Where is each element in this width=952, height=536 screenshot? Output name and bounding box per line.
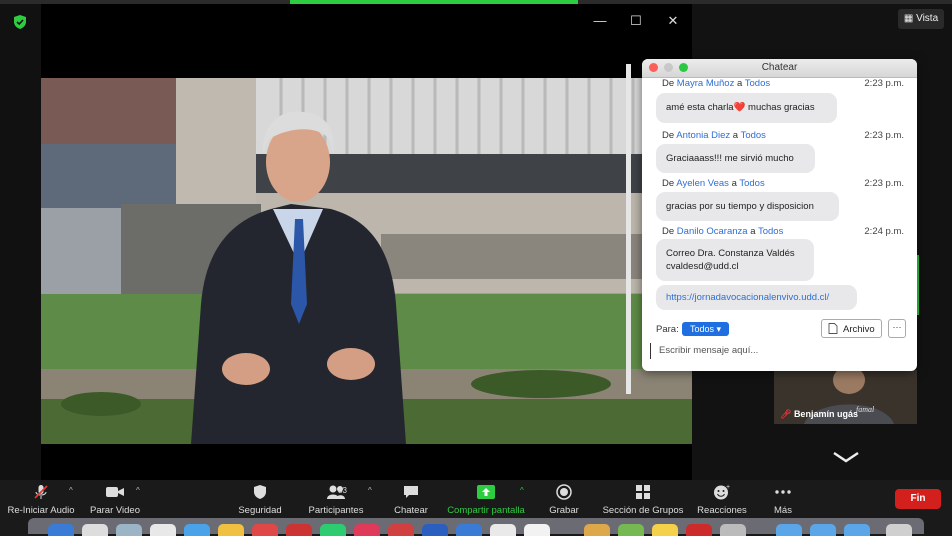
breakout-rooms-icon — [636, 485, 650, 499]
message-input[interactable]: Escribir mensaje aquí... — [650, 343, 917, 359]
meeting-toolbar: Re-Iniciar Audio ^ Parar Video ^ Segurid… — [0, 480, 952, 518]
chat-button[interactable]: Chatear — [392, 484, 430, 516]
video-button[interactable]: Parar Video — [88, 484, 142, 516]
more-button[interactable]: Más — [770, 484, 796, 516]
participants-options-caret[interactable]: ^ — [368, 486, 372, 495]
participant-name: 🎤︎ Benjamín ugás — [780, 409, 858, 419]
messages-icon[interactable] — [320, 524, 346, 536]
maximize-icon[interactable]: ☐ — [627, 12, 645, 30]
record-icon — [556, 484, 572, 500]
calendar-icon[interactable] — [150, 524, 176, 536]
message-header: De Mayra Muñoz a Todos 2:23 p.m. — [662, 78, 904, 89]
breakout-rooms-button[interactable]: Sección de Grupos — [602, 484, 684, 516]
chat-window: Chatear De Mayra Muñoz a Todos 2:23 p.m. … — [642, 59, 917, 371]
share-screen-button[interactable]: Compartir pantalla — [446, 484, 526, 516]
message-bubble: amé esta charla❤️ muchas gracias — [656, 93, 837, 123]
chevron-down-icon[interactable] — [832, 450, 860, 464]
trash-icon[interactable] — [886, 524, 912, 536]
folder-icon[interactable] — [810, 524, 836, 536]
left-panel — [0, 4, 41, 480]
close-icon[interactable]: ✕ — [664, 12, 682, 30]
app-icon[interactable] — [252, 524, 278, 536]
message-header: De Danilo Ocaranza a Todos 2:24 p.m. — [662, 226, 904, 237]
audio-button[interactable]: Re-Iniciar Audio — [6, 484, 76, 516]
music-icon[interactable] — [354, 524, 380, 536]
share-options-caret[interactable]: ^ — [520, 486, 524, 495]
to-label: Para: — [656, 324, 679, 335]
more-options-button[interactable]: ··· — [888, 319, 906, 338]
view-button[interactable]: ▦ Vista — [898, 9, 944, 29]
end-meeting-button[interactable]: Fin — [895, 489, 941, 509]
message-bubble: Correo Dra. Constanza Valdés cvaldesd@udd… — [656, 239, 814, 281]
app-icon[interactable] — [720, 524, 746, 536]
file-button[interactable]: Archivo — [821, 319, 882, 338]
recipient-dropdown[interactable]: Todos ▾ — [682, 322, 729, 336]
shield-icon — [254, 485, 266, 499]
audio-options-caret[interactable]: ^ — [69, 486, 73, 495]
app-icon[interactable] — [618, 524, 644, 536]
message-header: De Antonia Diez a Todos 2:23 p.m. — [662, 130, 904, 141]
app-icon[interactable] — [422, 524, 448, 536]
chrome-icon[interactable] — [652, 524, 678, 536]
message-bubble: Graciaaass!!! me sirvió mucho — [656, 144, 815, 173]
record-button[interactable]: Grabar — [548, 484, 580, 516]
muted-mic-icon — [34, 485, 48, 499]
reactions-button[interactable]: + Reacciones — [697, 484, 747, 516]
participants-button[interactable]: 33 Participantes — [305, 484, 367, 516]
safari-icon[interactable] — [116, 524, 142, 536]
folder-icon[interactable] — [844, 524, 870, 536]
emoji-plus-icon: + — [714, 484, 730, 500]
app-icon[interactable] — [524, 524, 550, 536]
folder-icon[interactable] — [776, 524, 802, 536]
photos-icon[interactable] — [218, 524, 244, 536]
app-icon[interactable] — [388, 524, 414, 536]
launchpad-icon[interactable] — [82, 524, 108, 536]
file-icon — [828, 323, 838, 334]
app-icon[interactable] — [286, 524, 312, 536]
message-bubble: gracias por su tiempo y disposicion — [656, 192, 839, 221]
muted-mic-icon: 🎤︎ — [780, 409, 794, 419]
participants-count: 33 — [338, 486, 347, 495]
shared-video: — ☐ ✕ — [41, 4, 692, 480]
chat-title: Chatear — [761, 62, 798, 73]
shield-icon[interactable] — [12, 14, 28, 30]
svg-text:+: + — [726, 484, 730, 491]
message-header: De Ayelen Veas a Todos 2:23 p.m. — [662, 178, 904, 189]
share-screen-icon — [477, 485, 495, 499]
svg-text:famal: famal — [856, 405, 875, 414]
participant-thumbnail[interactable]: famal 🎤︎ Benjamín ugás — [774, 370, 917, 424]
security-button[interactable]: Seguridad — [236, 484, 284, 516]
video-options-caret[interactable]: ^ — [136, 486, 140, 495]
ellipsis-icon — [775, 490, 791, 494]
chat-title-bar[interactable]: Chatear — [642, 59, 917, 78]
view-label: Vista — [916, 13, 939, 24]
app-icon[interactable] — [584, 524, 610, 536]
chat-bubble-icon — [404, 486, 418, 498]
dock — [28, 518, 924, 536]
video-camera-icon — [106, 487, 124, 497]
mail-icon[interactable] — [184, 524, 210, 536]
speaker-video-frame — [41, 4, 692, 480]
app-icon[interactable] — [490, 524, 516, 536]
app-icon[interactable] — [456, 524, 482, 536]
participants-icon: 33 — [316, 484, 356, 500]
chat-messages: De Mayra Muñoz a Todos 2:23 p.m. amé esta… — [642, 77, 917, 310]
message-link[interactable]: https://jornadavocacionalenvivo.udd.cl/ — [656, 285, 857, 310]
minimize-icon[interactable]: — — [591, 12, 609, 30]
app-icon[interactable] — [686, 524, 712, 536]
grid-icon: ▦ — [903, 13, 917, 24]
finder-icon[interactable] — [48, 524, 74, 536]
